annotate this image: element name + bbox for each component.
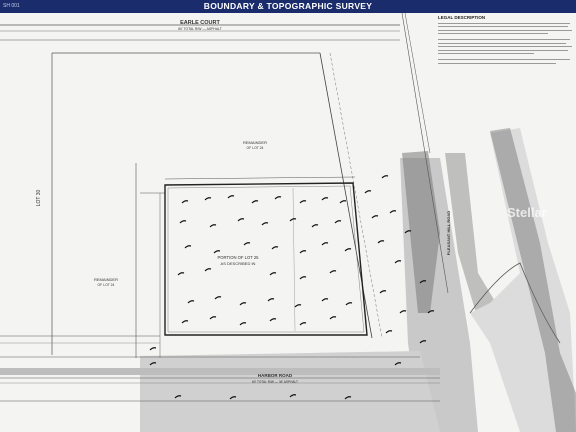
portion-label-2: AS DESCRIBED IN	[221, 261, 256, 266]
street-south-sub: 60' TOTAL R/W — 36' ASPHALT	[252, 380, 298, 384]
lot-west-label: LOT 30	[36, 189, 42, 206]
subject-parcel	[164, 182, 368, 336]
harbor-road-pavement	[140, 351, 440, 432]
legal-description: LEGAL DESCRIPTION	[438, 15, 574, 95]
survey-sheet: SH 001 BOUNDARY & TOPOGRAPHIC SURVEY EAR…	[0, 0, 576, 432]
street-south-label: HARBOR ROAD	[258, 373, 293, 378]
portion-label-1: PORTION OF LOT 25	[217, 255, 259, 260]
remainder-west-sub: OF LOT 24	[98, 283, 115, 287]
remainder-north-sub: OF LOT 24	[247, 146, 264, 150]
remainder-north-label: REMAINDER	[243, 140, 267, 145]
remainder-west-label: REMAINDER	[94, 277, 118, 282]
subject-parcel-inner	[167, 185, 365, 333]
street-north-label: EARLE COURT	[180, 20, 220, 26]
harbor-road-strip	[0, 368, 440, 375]
title-bar: SH 001 BOUNDARY & TOPOGRAPHIC SURVEY	[0, 0, 576, 13]
legal-description-title: LEGAL DESCRIPTION	[438, 15, 486, 20]
page-title: BOUNDARY & TOPOGRAPHIC SURVEY	[203, 1, 373, 11]
street-east-label: PLEASANT HILL ROAD	[446, 211, 451, 255]
street-north-sub: 60' TOTAL R/W — ASPHALT	[178, 27, 222, 31]
watermark: Stellar	[507, 205, 547, 220]
